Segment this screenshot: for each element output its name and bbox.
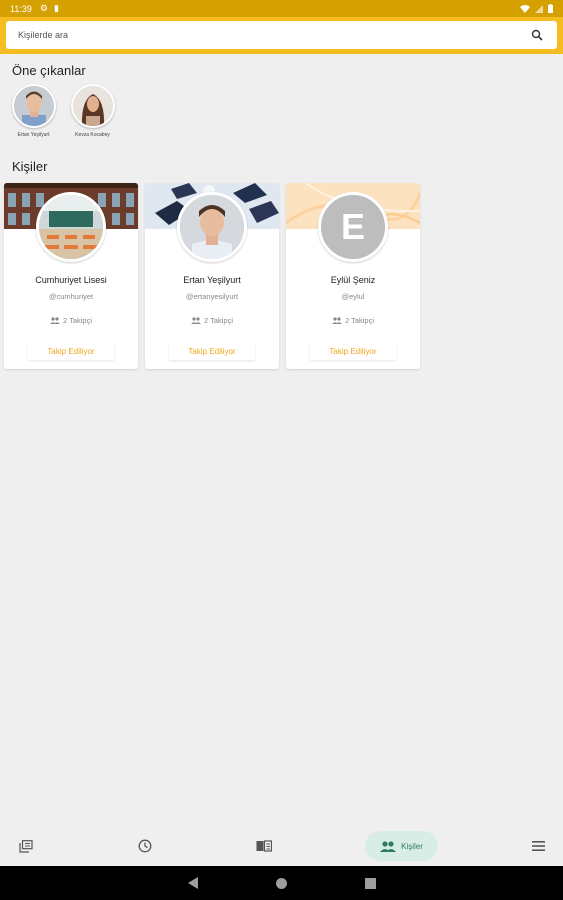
search-box[interactable] xyxy=(6,21,557,49)
person-handle: @ertanyesilyurt xyxy=(185,292,239,301)
person-handle: @cumhuriyet xyxy=(48,292,94,301)
following-button[interactable]: Takip Ediliyor xyxy=(169,343,255,360)
back-icon[interactable] xyxy=(187,877,198,889)
menu-icon xyxy=(531,841,545,851)
nav-people-label: Kişiler xyxy=(401,841,423,851)
status-icons xyxy=(520,4,553,13)
settings-icon: ⚙ xyxy=(39,3,48,13)
search-bar xyxy=(0,17,563,54)
followers-count: 2 Takipçi xyxy=(203,316,234,325)
female-avatar-photo xyxy=(70,84,115,128)
people-icon xyxy=(49,317,60,324)
person-handle: @eylul xyxy=(341,292,365,301)
library-icon xyxy=(19,839,33,853)
nav-library[interactable] xyxy=(14,831,38,861)
battery-icon xyxy=(548,4,553,13)
person-card-ertan[interactable]: Ertan Yeşilyurt @ertanyesilyurt 2 Takipç… xyxy=(145,183,279,369)
person-card-cumhuriyet[interactable]: Cumhuriyet Lisesi @cumhuriyet 2 Takipçi … xyxy=(4,183,138,369)
status-time: 11:39 xyxy=(10,3,32,14)
people-icon xyxy=(190,317,201,324)
people-title: Kişiler xyxy=(12,159,48,174)
sd-card-icon: ▮ xyxy=(53,3,59,13)
male-avatar-photo xyxy=(11,84,56,128)
nav-history[interactable] xyxy=(133,831,157,861)
person-followers: 2 Takipçi xyxy=(145,316,279,325)
nav-book[interactable] xyxy=(252,831,276,861)
person-name: Ertan Yeşilyurt xyxy=(183,275,241,285)
signal-icon xyxy=(535,4,543,13)
featured-list: Ertan Yeşilyurt Kevza Kocabey xyxy=(10,84,116,138)
followers-count: 2 Takipçi xyxy=(62,316,93,325)
search-input[interactable] xyxy=(18,30,529,40)
featured-name: Ertan Yeşilyurt xyxy=(17,132,50,138)
followers-count: 2 Takipçi xyxy=(344,316,375,325)
avatar-letter: E xyxy=(318,192,388,262)
history-icon xyxy=(138,839,152,853)
nav-people[interactable]: Kişiler xyxy=(365,831,438,861)
system-nav-bar xyxy=(0,866,563,900)
bottom-nav: Kişiler xyxy=(0,826,563,866)
featured-item-kevza[interactable]: Kevza Kocabey xyxy=(69,84,116,138)
person-name: Eylül Şeniz xyxy=(330,275,376,285)
status-bar: 11:39 ⚙ ▮ xyxy=(0,0,563,17)
home-icon[interactable] xyxy=(275,877,287,889)
nav-menu[interactable] xyxy=(526,831,550,861)
classroom-photo xyxy=(36,192,106,262)
male-avatar-photo xyxy=(177,192,247,262)
person-name: Cumhuriyet Lisesi xyxy=(35,275,107,285)
following-button[interactable]: Takip Ediliyor xyxy=(28,343,114,360)
people-icon xyxy=(380,840,397,852)
search-icon[interactable] xyxy=(529,27,545,43)
following-button[interactable]: Takip Ediliyor xyxy=(310,343,396,360)
person-followers: 2 Takipçi xyxy=(286,316,420,325)
people-icon xyxy=(331,317,342,324)
person-followers: 2 Takipçi xyxy=(4,316,138,325)
featured-name: Kevza Kocabey xyxy=(75,132,110,138)
people-cards: Cumhuriyet Lisesi @cumhuriyet 2 Takipçi … xyxy=(4,183,420,369)
recents-icon[interactable] xyxy=(364,877,376,889)
featured-title: Öne çıkanlar xyxy=(12,63,86,78)
wifi-icon xyxy=(520,4,530,13)
person-card-eylul[interactable]: E Eylül Şeniz @eylul 2 Takipçi Takip Edi… xyxy=(286,183,420,369)
featured-item-ertan[interactable]: Ertan Yeşilyurt xyxy=(10,84,57,138)
book-open-icon xyxy=(256,840,272,852)
